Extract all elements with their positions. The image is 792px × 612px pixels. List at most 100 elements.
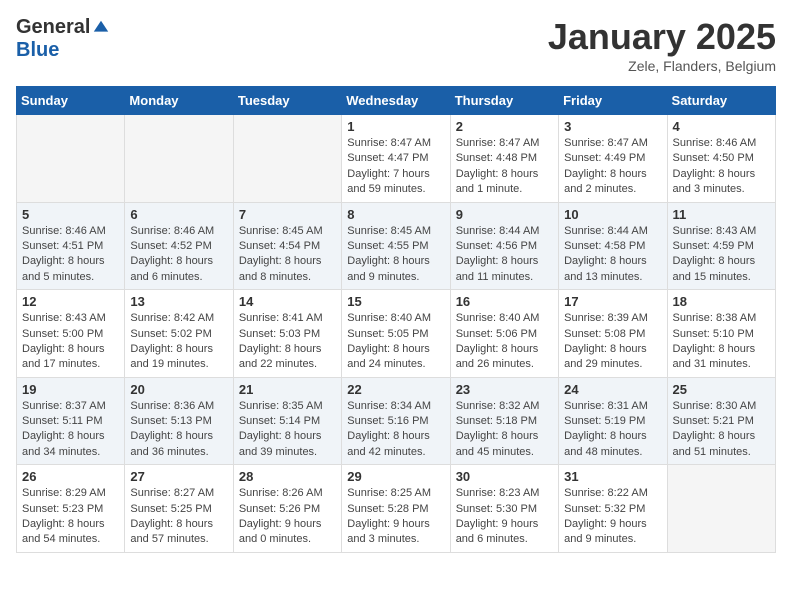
day-detail: Sunrise: 8:25 AM Sunset: 5:28 PM Dayligh… [347, 486, 444, 548]
day-detail: Sunrise: 8:38 AM Sunset: 5:10 PM Dayligh… [673, 311, 770, 373]
day-detail: Sunrise: 8:47 AM Sunset: 4:47 PM Dayligh… [347, 136, 444, 198]
day-number: 26 [22, 469, 119, 484]
calendar-cell: 19 Sunrise: 8:37 AM Sunset: 5:11 PM Dayli… [17, 377, 125, 465]
day-number: 29 [347, 469, 444, 484]
day-detail: Sunrise: 8:35 AM Sunset: 5:14 PM Dayligh… [239, 399, 336, 461]
calendar-cell: 27Sunrise: 8:27 AM Sunset: 5:25 PM Dayli… [125, 465, 233, 553]
calendar-cell: 5 Sunrise: 8:46 AM Sunset: 4:51 PM Daylig… [17, 202, 125, 290]
day-number: 1 [347, 119, 444, 134]
day-number: 8 [347, 207, 444, 222]
day-detail: Sunrise: 8:23 AM Sunset: 5:30 PM Dayligh… [456, 486, 553, 548]
day-detail: Sunrise: 8:44 AM Sunset: 4:56 PM Dayligh… [456, 224, 553, 286]
day-detail: Sunrise: 8:37 AM Sunset: 5:11 PM Dayligh… [22, 399, 119, 461]
day-number: 3 [564, 119, 661, 134]
day-number: 6 [130, 207, 227, 222]
day-number: 5 [22, 207, 119, 222]
location: Zele, Flanders, Belgium [548, 58, 776, 74]
day-number: 11 [673, 207, 770, 222]
day-number: 13 [130, 294, 227, 309]
day-number: 16 [456, 294, 553, 309]
calendar-cell: 2 Sunrise: 8:47 AM Sunset: 4:48 PM Daylig… [450, 115, 558, 203]
day-detail: Sunrise: 8:44 AM Sunset: 4:58 PM Dayligh… [564, 224, 661, 286]
calendar-table: SundayMondayTuesdayWednesdayThursdayFrid… [16, 86, 776, 553]
header-day-friday: Friday [559, 87, 667, 115]
calendar-cell: 1 Sunrise: 8:47 AM Sunset: 4:47 PM Daylig… [342, 115, 450, 203]
day-detail: Sunrise: 8:43 AM Sunset: 4:59 PM Dayligh… [673, 224, 770, 286]
day-detail: Sunrise: 8:45 AM Sunset: 4:54 PM Dayligh… [239, 224, 336, 286]
calendar-cell: 31 Sunrise: 8:22 AM Sunset: 5:32 PM Dayli… [559, 465, 667, 553]
day-detail: Sunrise: 8:47 AM Sunset: 4:48 PM Dayligh… [456, 136, 553, 198]
calendar-cell: 15Sunrise: 8:40 AM Sunset: 5:05 PM Dayli… [342, 290, 450, 378]
calendar-cell: 8 Sunrise: 8:45 AM Sunset: 4:55 PM Daylig… [342, 202, 450, 290]
day-number: 27 [130, 469, 227, 484]
calendar-cell: 26 Sunrise: 8:29 AM Sunset: 5:23 PM Dayli… [17, 465, 125, 553]
logo: General Blue [16, 16, 110, 62]
calendar-cell: 7 Sunrise: 8:45 AM Sunset: 4:54 PM Daylig… [233, 202, 341, 290]
calendar-cell: 16 Sunrise: 8:40 AM Sunset: 5:06 PM Dayli… [450, 290, 558, 378]
title-area: January 2025 Zele, Flanders, Belgium [548, 16, 776, 74]
calendar-cell: 21 Sunrise: 8:35 AM Sunset: 5:14 PM Dayli… [233, 377, 341, 465]
day-detail: Sunrise: 8:26 AM Sunset: 5:26 PM Dayligh… [239, 486, 336, 548]
calendar-week-5: 26 Sunrise: 8:29 AM Sunset: 5:23 PM Dayli… [17, 465, 776, 553]
calendar-cell: 20 Sunrise: 8:36 AM Sunset: 5:13 PM Dayli… [125, 377, 233, 465]
calendar-cell: 9 Sunrise: 8:44 AM Sunset: 4:56 PM Daylig… [450, 202, 558, 290]
calendar-cell: 13Sunrise: 8:42 AM Sunset: 5:02 PM Dayli… [125, 290, 233, 378]
day-detail: Sunrise: 8:46 AM Sunset: 4:51 PM Dayligh… [22, 224, 119, 286]
day-number: 18 [673, 294, 770, 309]
day-number: 20 [130, 382, 227, 397]
calendar-header-row: SundayMondayTuesdayWednesdayThursdayFrid… [17, 87, 776, 115]
day-number: 22 [347, 382, 444, 397]
day-detail: Sunrise: 8:43 AM Sunset: 5:00 PM Dayligh… [22, 311, 119, 373]
day-detail: Sunrise: 8:41 AM Sunset: 5:03 PM Dayligh… [239, 311, 336, 373]
day-number: 10 [564, 207, 661, 222]
day-number: 31 [564, 469, 661, 484]
calendar-cell: 30 Sunrise: 8:23 AM Sunset: 5:30 PM Dayli… [450, 465, 558, 553]
calendar-cell: 10 Sunrise: 8:44 AM Sunset: 4:58 PM Dayli… [559, 202, 667, 290]
day-number: 17 [564, 294, 661, 309]
day-number: 14 [239, 294, 336, 309]
calendar-cell: 18 Sunrise: 8:38 AM Sunset: 5:10 PM Dayli… [667, 290, 775, 378]
day-number: 23 [456, 382, 553, 397]
header-day-sunday: Sunday [17, 87, 125, 115]
day-number: 9 [456, 207, 553, 222]
calendar-cell: 11 Sunrise: 8:43 AM Sunset: 4:59 PM Dayli… [667, 202, 775, 290]
logo-icon [92, 19, 110, 37]
calendar-cell [17, 115, 125, 203]
calendar-week-2: 5 Sunrise: 8:46 AM Sunset: 4:51 PM Daylig… [17, 202, 776, 290]
day-detail: Sunrise: 8:31 AM Sunset: 5:19 PM Dayligh… [564, 399, 661, 461]
calendar-cell [125, 115, 233, 203]
header-day-thursday: Thursday [450, 87, 558, 115]
page-header: General Blue January 2025 Zele, Flanders… [16, 16, 776, 74]
calendar-cell: 3 Sunrise: 8:47 AM Sunset: 4:49 PM Daylig… [559, 115, 667, 203]
day-detail: Sunrise: 8:39 AM Sunset: 5:08 PM Dayligh… [564, 311, 661, 373]
day-detail: Sunrise: 8:29 AM Sunset: 5:23 PM Dayligh… [22, 486, 119, 548]
calendar-cell: 12 Sunrise: 8:43 AM Sunset: 5:00 PM Dayli… [17, 290, 125, 378]
day-detail: Sunrise: 8:22 AM Sunset: 5:32 PM Dayligh… [564, 486, 661, 548]
calendar-cell: 29 Sunrise: 8:25 AM Sunset: 5:28 PM Dayli… [342, 465, 450, 553]
calendar-cell [667, 465, 775, 553]
logo-blue-text: Blue [16, 39, 59, 62]
day-number: 7 [239, 207, 336, 222]
day-detail: Sunrise: 8:46 AM Sunset: 4:50 PM Dayligh… [673, 136, 770, 198]
day-number: 21 [239, 382, 336, 397]
calendar-cell [233, 115, 341, 203]
day-number: 15 [347, 294, 444, 309]
calendar-cell: 17 Sunrise: 8:39 AM Sunset: 5:08 PM Dayli… [559, 290, 667, 378]
calendar-week-4: 19 Sunrise: 8:37 AM Sunset: 5:11 PM Dayli… [17, 377, 776, 465]
day-detail: Sunrise: 8:47 AM Sunset: 4:49 PM Dayligh… [564, 136, 661, 198]
day-number: 30 [456, 469, 553, 484]
day-number: 2 [456, 119, 553, 134]
day-detail: Sunrise: 8:32 AM Sunset: 5:18 PM Dayligh… [456, 399, 553, 461]
day-detail: Sunrise: 8:36 AM Sunset: 5:13 PM Dayligh… [130, 399, 227, 461]
day-number: 19 [22, 382, 119, 397]
day-number: 25 [673, 382, 770, 397]
day-number: 4 [673, 119, 770, 134]
day-number: 24 [564, 382, 661, 397]
day-detail: Sunrise: 8:45 AM Sunset: 4:55 PM Dayligh… [347, 224, 444, 286]
calendar-cell: 23 Sunrise: 8:32 AM Sunset: 5:18 PM Dayli… [450, 377, 558, 465]
header-day-monday: Monday [125, 87, 233, 115]
calendar-cell: 6Sunrise: 8:46 AM Sunset: 4:52 PM Daylig… [125, 202, 233, 290]
header-day-wednesday: Wednesday [342, 87, 450, 115]
day-detail: Sunrise: 8:40 AM Sunset: 5:06 PM Dayligh… [456, 311, 553, 373]
day-number: 12 [22, 294, 119, 309]
